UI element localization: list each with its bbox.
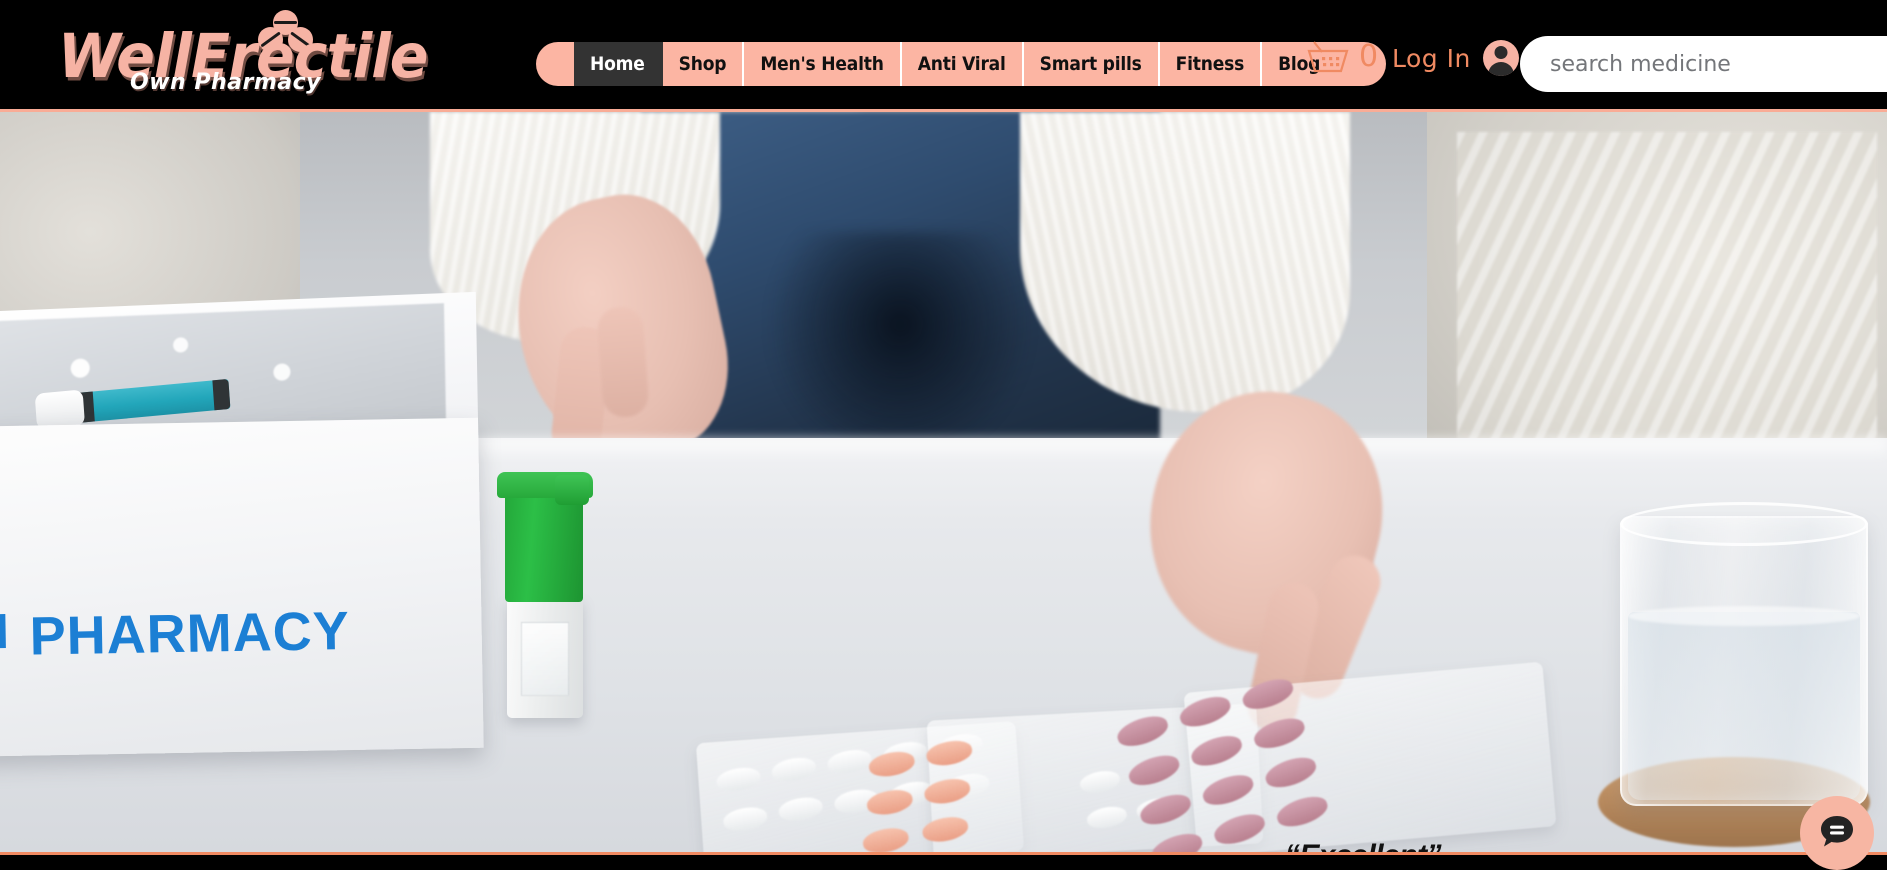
nav-item-anti-viral[interactable]: Anti Viral: [902, 42, 1024, 86]
page-bottom-strip: [0, 858, 1887, 870]
pharmacy-box-label: PHARMACY: [29, 601, 351, 667]
hero-finger-left-2: [596, 305, 650, 419]
chat-bubble-icon: [1817, 811, 1857, 856]
login-label: Log In: [1392, 43, 1471, 73]
chat-widget-button[interactable]: [1800, 796, 1874, 870]
login-button[interactable]: Log In: [1392, 40, 1519, 76]
hero-nasal-spray-bottle: [495, 472, 605, 722]
nav-item-mens-health[interactable]: Men's Health: [744, 42, 902, 86]
shopping-basket-icon: [1305, 40, 1351, 74]
search-input[interactable]: [1520, 36, 1887, 92]
hero-jeans-shadow: [770, 232, 1030, 462]
hero-water-glass: [1620, 502, 1868, 812]
logo-tagline: Own Pharmacy: [130, 70, 321, 95]
page-root: WellErectile Own Pharmacy Home Shop Men'…: [0, 0, 1887, 870]
pharmacy-box-logo-mark: [0, 614, 6, 649]
search-box: [1520, 36, 1887, 92]
cart-button[interactable]: 0: [1305, 40, 1378, 74]
cart-count: 0: [1359, 39, 1379, 74]
nav-item-shop[interactable]: Shop: [663, 42, 745, 86]
site-logo[interactable]: WellErectile Own Pharmacy: [58, 8, 428, 102]
nav-item-fitness[interactable]: Fitness: [1160, 42, 1263, 86]
nav-item-home[interactable]: Home: [574, 42, 663, 86]
nav-item-smart-pills[interactable]: Smart pills: [1024, 42, 1160, 86]
user-avatar-icon[interactable]: [1482, 40, 1519, 76]
trustpilot-quote: “Excellent”: [1243, 840, 1483, 852]
hero-banner-image: PHARMACY: [0, 112, 1887, 855]
trustpilot-badge[interactable]: “Excellent” TRUSTPILOT: [1243, 840, 1483, 852]
hero-knit-blanket: [1457, 132, 1877, 462]
hero-blister-pack-mauve: [1114, 661, 1557, 852]
main-navigation: Home Shop Men's Health Anti Viral Smart …: [536, 42, 1387, 86]
pharmacy-box-body: [0, 417, 484, 757]
hero-pharmacy-box: PHARMACY: [0, 291, 504, 776]
site-header: WellErectile Own Pharmacy Home Shop Men'…: [0, 0, 1887, 112]
